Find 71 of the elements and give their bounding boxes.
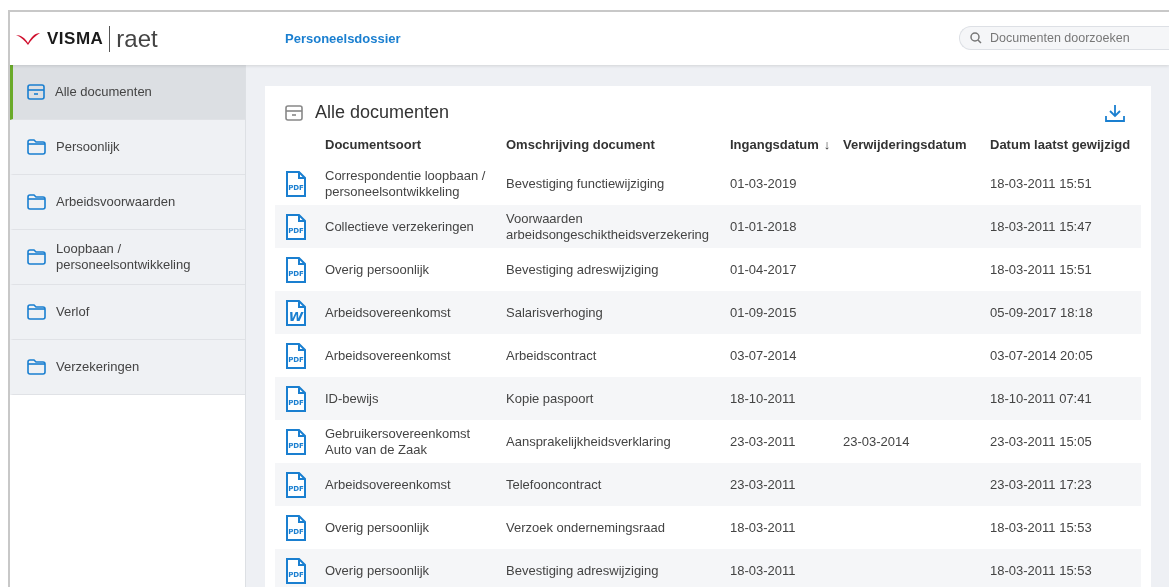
table-row[interactable]: W Arbeidsovereenkomst Salarisverhoging 01-09-2015 05-09-2017 18:18: [275, 291, 1141, 334]
brand-name: VISMA: [47, 28, 104, 49]
table-cell-text: Voorwaarden arbeidsongeschiktheidsverzekering: [506, 210, 711, 243]
table-cell: 23-03-2014: [843, 433, 910, 450]
folder-icon: [27, 304, 46, 320]
table-cell: 18-03-2011 15:51: [990, 175, 1092, 192]
table-cell: 05-09-2017 18:18: [990, 304, 1093, 321]
sidebar-item[interactable]: Alle documenten: [10, 65, 245, 120]
table-cell: Overig persoonlijk: [325, 519, 430, 536]
folder-icon: [27, 139, 46, 155]
sidebar-item[interactable]: Loopbaan / personeelsontwikkeling: [10, 230, 245, 285]
table-cell: 03-07-2014: [730, 347, 797, 364]
search-icon: [970, 31, 982, 44]
product-name: raet: [116, 26, 158, 51]
table-cell: 23-03-2011 15:05: [990, 433, 1092, 450]
table-cell: Arbeidscontract: [506, 347, 597, 364]
table-cell: 01-04-2017: [730, 261, 797, 278]
table-cell: Collectieve verzekeringen: [325, 218, 474, 235]
column-header[interactable]: Verwijderingsdatum: [843, 137, 967, 152]
column-header[interactable]: Omschrijving document: [506, 137, 655, 152]
table-cell: Arbeidsovereenkomst: [325, 347, 451, 364]
table-cell: Aansprakelijkheidsverklaring: [506, 433, 671, 450]
table-cell-text: Correspondentie loopbaan / personeelsontwikkeling: [325, 167, 487, 200]
table-cell: Bevestiging adreswijziging: [506, 562, 659, 579]
table-cell: 01-03-2019: [730, 175, 797, 192]
table-cell: 18-10-2011 07:41: [990, 390, 1092, 407]
search-input[interactable]: Documenten doorzoeken: [988, 29, 1158, 46]
folder-icon: [27, 359, 46, 375]
table-cell: 18-03-2011 15:47: [990, 218, 1092, 235]
page-title: Personeelsdossier: [285, 31, 402, 46]
table-cell: Bevestiging functiewijziging: [506, 175, 665, 192]
table-cell: 23-03-2011 17:23: [990, 476, 1092, 493]
download-icon[interactable]: [1105, 103, 1125, 122]
table-cell: 01-01-2018: [730, 218, 797, 235]
column-header[interactable]: Ingangsdatum: [730, 137, 819, 152]
folder-icon: [27, 194, 46, 210]
logo-icon: [15, 31, 41, 46]
archive-icon: [27, 84, 45, 100]
sidebar-item[interactable]: Persoonlijk: [10, 120, 245, 175]
table-cell: Overig persoonlijk: [325, 562, 430, 579]
table-cell: 18-03-2011 15:53: [990, 519, 1092, 536]
folder-icon: [27, 249, 46, 265]
sidebar-item[interactable]: Arbeidsvoorwaarden: [10, 175, 245, 230]
sidebar-item[interactable]: Verzekeringen: [10, 340, 245, 395]
table-cell: Arbeidsovereenkomst: [325, 476, 451, 493]
table-cell: 23-03-2011: [730, 433, 796, 450]
table-cell: Overig persoonlijk: [325, 261, 430, 278]
table-cell: Verzoek ondernemingsraad: [506, 519, 665, 536]
table-cell: Telefooncontract: [506, 476, 602, 493]
word-file-icon: W: [286, 299, 306, 326]
column-header[interactable]: Documentsoort: [325, 137, 422, 152]
table-cell: Salarisverhoging: [506, 304, 603, 321]
table-cell: 18-03-2011 15:51: [990, 261, 1092, 278]
sort-indicator[interactable]: ↓: [823, 137, 831, 152]
sidebar-item[interactable]: Verlof: [10, 285, 245, 340]
search-field[interactable]: Documenten doorzoeken: [959, 25, 1169, 50]
table-cell: 01-09-2015: [730, 304, 797, 321]
panel-title: Alle documenten: [315, 102, 451, 123]
archive-icon: [285, 104, 303, 121]
table-cell: 18-03-2011 15:53: [990, 562, 1092, 579]
table-cell: 23-03-2011: [730, 476, 796, 493]
table-cell: Bevestiging adreswijziging: [506, 261, 659, 278]
column-header[interactable]: Datum laatst gewijzigd: [990, 137, 1131, 152]
table-cell: 03-07-2014 20:05: [990, 347, 1093, 364]
table-cell-text: Gebruikersovereenkomst Auto van de Zaak: [325, 425, 472, 458]
table-cell: ID-bewijs: [325, 390, 379, 407]
table-cell: 18-10-2011: [730, 390, 796, 407]
table-cell: 18-03-2011: [730, 519, 796, 536]
table-cell: Arbeidsovereenkomst: [325, 304, 451, 321]
table-cell: Kopie paspoort: [506, 390, 594, 407]
table-cell: 18-03-2011: [730, 562, 796, 579]
